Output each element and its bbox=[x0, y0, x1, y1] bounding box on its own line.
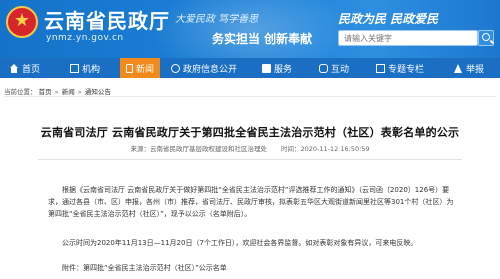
nav-label: 政府信息公开 bbox=[182, 64, 237, 75]
nav-item-org[interactable]: 机构 bbox=[50, 58, 120, 78]
nav-label: 举报 bbox=[465, 64, 484, 75]
chat-icon bbox=[318, 63, 328, 73]
breadcrumb-separator: » bbox=[77, 88, 82, 96]
home-icon bbox=[9, 63, 19, 73]
search-icon bbox=[482, 33, 490, 41]
news-icon bbox=[126, 63, 133, 73]
breadcrumb-notice[interactable]: 通知公告 bbox=[85, 88, 111, 96]
main-nav: 首页 机构 新闻 政府信息公开 服务 互动 专题专栏 举报 bbox=[0, 58, 500, 78]
nav-item-home[interactable]: 首页 bbox=[0, 58, 50, 78]
slogan-right: 民政为民 民政爱民 bbox=[338, 12, 439, 26]
article-source: 来源：云南省民政厅基层政权建设和社区治理处 bbox=[130, 145, 267, 153]
nav-item-service[interactable]: 服务 bbox=[248, 58, 306, 78]
nav-label: 首页 bbox=[21, 64, 40, 75]
site-domain: ynmz.yn.gov.cn bbox=[46, 33, 124, 43]
article-timestamp: 时间：2020-11-12 16:50:59 bbox=[281, 145, 370, 153]
article-paragraph: 根据《云南省司法厅 云南省民政厅关于做好第四批“全省民主法治示范村”评选推荐工作… bbox=[48, 186, 454, 218]
nav-label: 机构 bbox=[81, 64, 100, 75]
nav-item-gov-info[interactable]: 政府信息公开 bbox=[160, 58, 248, 78]
site-title[interactable]: 云南省民政厅 bbox=[44, 5, 170, 34]
slogan-secondary: 务实担当 创新奉献 bbox=[212, 32, 313, 46]
search-button[interactable] bbox=[478, 30, 494, 46]
national-emblem-icon[interactable] bbox=[6, 6, 38, 38]
search-input[interactable] bbox=[338, 30, 478, 46]
service-icon bbox=[261, 63, 271, 73]
breadcrumb-home[interactable]: 首页 bbox=[39, 88, 52, 96]
report-icon bbox=[453, 63, 463, 73]
nav-label: 服务 bbox=[273, 64, 292, 75]
site-header: 云南省民政厅 ynmz.yn.gov.cn 大爱民政 笃学善思 务实担当 创新奉… bbox=[0, 0, 500, 58]
nav-label: 新闻 bbox=[135, 64, 154, 75]
slogan-primary: 大爱民政 笃学善思 bbox=[175, 14, 259, 25]
gov-info-icon bbox=[170, 63, 180, 73]
breadcrumb-separator: » bbox=[54, 88, 59, 96]
org-icon bbox=[69, 63, 79, 73]
breadcrumb-prefix: 当前位置： bbox=[4, 88, 37, 96]
nav-item-news[interactable]: 新闻 bbox=[120, 58, 160, 78]
article-meta: 来源：云南省民政厅基层政权建设和社区治理处 时间：2020-11-12 16:5… bbox=[0, 143, 500, 153]
nav-label: 专题专栏 bbox=[387, 64, 424, 75]
nav-item-topics[interactable]: 专题专栏 bbox=[362, 58, 438, 78]
article-title: 云南省司法厅 云南省民政厅关于第四批全省民主法治示范村（社区）表彰名单的公示 bbox=[40, 126, 460, 139]
article-paragraph: 公示时间为2020年11月13日—11月20日（7个工作日），欢迎社会各界监督。… bbox=[62, 239, 418, 247]
breadcrumb: 当前位置： 首页 » 新闻 » 通知公告 bbox=[4, 86, 111, 96]
title-divider bbox=[38, 159, 462, 160]
header-glow bbox=[150, 0, 350, 58]
nav-label: 互动 bbox=[330, 64, 349, 75]
nav-item-interact[interactable]: 互动 bbox=[306, 58, 362, 78]
nav-item-report[interactable]: 举报 bbox=[438, 58, 500, 78]
article-attachment-link[interactable]: 附件：第四批“全省民主法治示范村（社区）”公示名单 bbox=[48, 262, 458, 274]
breadcrumb-news[interactable]: 新闻 bbox=[62, 88, 75, 96]
topic-icon bbox=[375, 63, 385, 73]
